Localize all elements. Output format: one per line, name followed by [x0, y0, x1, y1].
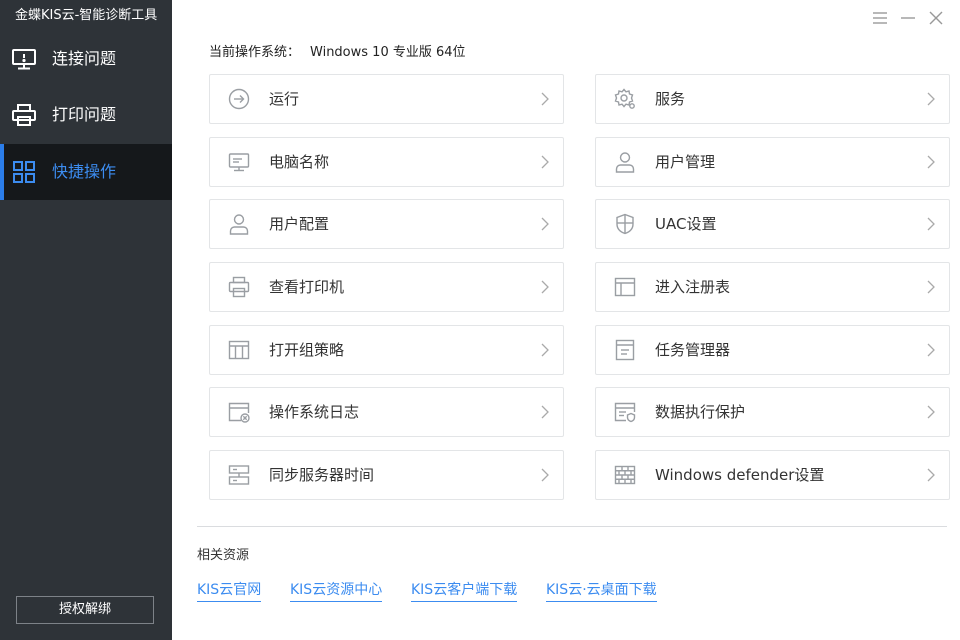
card-label: 电脑名称: [269, 153, 330, 171]
action-card-user-config[interactable]: 用户配置: [209, 199, 564, 249]
task-icon: [615, 339, 635, 361]
run-icon: [228, 88, 250, 110]
chevron-right-icon: [541, 343, 549, 357]
sidebar: 金蝶KIS云-智能诊断工具 连接问题 打印问题 快捷操作 授权解绑: [0, 0, 172, 640]
shield-icon: [616, 213, 634, 235]
sidebar-item-connection[interactable]: 连接问题: [0, 31, 172, 87]
action-card-registry[interactable]: 进入注册表: [595, 262, 950, 312]
link-kis-cloud-desktop-download[interactable]: KIS云·云桌面下载: [546, 580, 657, 602]
sidebar-item-label: 快捷操作: [52, 162, 117, 181]
resources-title: 相关资源: [197, 548, 250, 563]
section-divider: [197, 526, 947, 527]
action-card-services[interactable]: 服务: [595, 74, 950, 124]
action-card-group-policy[interactable]: 打开组策略: [209, 325, 564, 375]
sidebar-item-label: 连接问题: [52, 49, 117, 68]
action-card-view-printers[interactable]: 查看打印机: [209, 262, 564, 312]
action-card-windows-defender[interactable]: Windows defender设置: [595, 450, 950, 500]
chevron-right-icon: [927, 155, 935, 169]
action-card-data-execution-prevention[interactable]: 数据执行保护: [595, 387, 950, 437]
card-label: 用户配置: [269, 215, 330, 233]
chevron-right-icon: [927, 343, 935, 357]
sidebar-item-label: 打印问题: [52, 105, 117, 124]
card-label: 数据执行保护: [655, 403, 746, 421]
chevron-right-icon: [927, 405, 935, 419]
os-value: Windows 10 专业版 64位: [310, 45, 466, 60]
card-label: 运行: [269, 90, 300, 108]
minimize-icon[interactable]: [899, 10, 917, 26]
chevron-right-icon: [541, 92, 549, 106]
app-title: 金蝶KIS云-智能诊断工具: [15, 8, 158, 23]
close-icon[interactable]: [927, 10, 945, 26]
card-label: 服务: [655, 90, 686, 108]
table-icon: [228, 340, 250, 360]
active-indicator: [0, 144, 4, 200]
chevron-right-icon: [927, 217, 935, 231]
action-card-run[interactable]: 运行: [209, 74, 564, 124]
user-icon: [229, 214, 249, 235]
menu-icon[interactable]: [871, 10, 889, 26]
chevron-right-icon: [927, 468, 935, 482]
firewall-icon: [614, 465, 636, 485]
card-label: Windows defender设置: [655, 466, 825, 484]
action-card-system-log[interactable]: 操作系统日志: [209, 387, 564, 437]
computer-icon: [228, 153, 250, 172]
action-card-task-manager[interactable]: 任务管理器: [595, 325, 950, 375]
chevron-right-icon: [541, 468, 549, 482]
grid-icon: [13, 161, 35, 183]
card-label: 查看打印机: [269, 278, 345, 296]
gear-icon: [614, 88, 635, 109]
os-info: 当前操作系统： Windows 10 专业版 64位: [209, 43, 466, 63]
window-icon: [614, 277, 636, 297]
action-card-sync-server-time[interactable]: 同步服务器时间: [209, 450, 564, 500]
chevron-right-icon: [927, 280, 935, 294]
printer-icon: [12, 104, 36, 126]
log-icon: [228, 402, 250, 423]
chevron-right-icon: [541, 217, 549, 231]
chevron-right-icon: [541, 155, 549, 169]
data-protect-icon: [614, 402, 636, 423]
card-label: 进入注册表: [655, 278, 731, 296]
action-card-uac-settings[interactable]: UAC设置: [595, 199, 950, 249]
chevron-right-icon: [541, 280, 549, 294]
monitor-icon: [12, 49, 36, 70]
link-kis-official-site[interactable]: KIS云官网: [197, 580, 262, 602]
card-label: 操作系统日志: [269, 403, 360, 421]
card-label: 同步服务器时间: [269, 466, 375, 484]
link-kis-resource-center[interactable]: KIS云资源中心: [290, 580, 383, 602]
chevron-right-icon: [541, 405, 549, 419]
sidebar-item-quick-actions[interactable]: 快捷操作: [0, 144, 172, 200]
card-label: UAC设置: [655, 215, 717, 233]
sidebar-item-printing[interactable]: 打印问题: [0, 87, 172, 143]
printer-icon: [228, 276, 250, 298]
card-label: 任务管理器: [655, 341, 731, 359]
user-icon: [615, 152, 635, 173]
link-kis-client-download[interactable]: KIS云客户端下载: [411, 580, 518, 602]
action-card-user-management[interactable]: 用户管理: [595, 137, 950, 187]
card-label: 用户管理: [655, 153, 716, 171]
chevron-right-icon: [927, 92, 935, 106]
unbind-authorization-button[interactable]: 授权解绑: [16, 596, 154, 624]
server-icon: [228, 465, 250, 485]
action-card-computer-name[interactable]: 电脑名称: [209, 137, 564, 187]
card-label: 打开组策略: [269, 341, 345, 359]
os-label: 当前操作系统：: [209, 45, 301, 60]
